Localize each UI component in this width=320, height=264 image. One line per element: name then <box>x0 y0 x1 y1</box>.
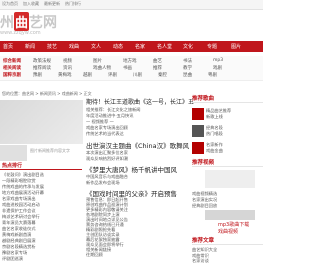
subnav-link[interactable]: 昆曲 <box>183 72 192 78</box>
subnav-link[interactable]: 视频 <box>63 58 72 64</box>
subnav-link[interactable]: 秦腔 <box>158 72 167 78</box>
article-line: 往期回顾 <box>86 252 103 257</box>
top-link-home[interactable]: 设为首页 <box>2 1 18 7</box>
recommend-articles-title: 推荐文章 <box>192 238 215 244</box>
logo-text-c: 艺网 <box>29 15 58 31</box>
subnav-link[interactable]: 评剧 <box>108 72 117 78</box>
article-item[interactable]: 名家访谈 <box>192 258 209 264</box>
top-bar: 设为首页 加入收藏 最新更新 热门排行 <box>0 0 263 10</box>
subnav-link[interactable]: 书画 <box>123 65 132 71</box>
section-divider <box>192 102 263 103</box>
hot-ranking-title: 热点排行 <box>2 163 23 169</box>
thumbnail-image[interactable] <box>0 145 27 161</box>
subnav-link[interactable]: 书法 <box>183 58 192 64</box>
video-banner[interactable] <box>205 210 255 220</box>
video-item[interactable]: 经典剧目回放 <box>192 203 217 209</box>
article-meta: 观众反响热烈好评如潮 <box>86 156 128 161</box>
subnav-link[interactable]: 粤剧 <box>208 72 217 78</box>
recommend-songs-title: 推荐歌曲 <box>192 96 215 102</box>
top-link-latest[interactable]: 最新更新 <box>44 1 60 7</box>
subnav-link[interactable]: 国粹京剧 <box>3 72 21 78</box>
main-nav: 首页 新闻 技艺 戏曲 文人 动态 名家 名人堂 文化 专题 图片 <box>0 41 263 52</box>
subnav-link[interactable]: 教学 <box>183 65 192 71</box>
subnav-link[interactable]: 政策法规 <box>33 58 51 64</box>
logo-domain: www.zzqyw.com <box>0 30 41 36</box>
subnav-link[interactable]: 资讯 <box>63 65 72 71</box>
subnav-link[interactable]: 曲艺 <box>153 58 162 64</box>
subnav-link[interactable]: 越剧 <box>83 72 92 78</box>
ranking-item[interactable]: 评剧团巡演 <box>2 256 23 262</box>
nav-item[interactable]: 名人堂 <box>157 43 172 50</box>
song-item[interactable]: 戏曲金曲 <box>206 148 223 154</box>
image-caption: 图片新闻推荐内容文字 <box>30 148 70 153</box>
article-meta: 传统艺术的当代表达 <box>86 131 124 136</box>
song-item[interactable]: 新歌上线 <box>206 114 223 120</box>
logo-text-b: 曲 <box>14 12 30 31</box>
section-divider <box>192 166 263 167</box>
subnav-link[interactable]: 戏剧 <box>213 65 222 71</box>
article-meta: 新作品发布会现场 <box>86 180 120 185</box>
mp3-download-link[interactable]: mp3歌曲下载 <box>218 221 249 228</box>
breadcrumb: 您的位置：曲艺网 > 新闻资讯 > 戏曲新闻 > 正文 <box>2 91 92 96</box>
subnav-link[interactable]: 推荐阅读 <box>33 65 51 71</box>
music-icon <box>192 108 204 120</box>
subnav-link[interactable]: 地方戏 <box>123 58 137 64</box>
subnav-link[interactable]: 戏曲人物 <box>93 65 111 71</box>
logo-text-a: 州 <box>0 15 14 31</box>
subnav-link[interactable]: 黄梅戏 <box>58 72 72 78</box>
subnav-link[interactable]: 图片 <box>93 58 102 64</box>
subnav-link[interactable]: 综合新闻 <box>3 58 21 64</box>
article-headline[interactable]: 《梦里大唐风》杨千帆讲中国风 <box>86 164 177 174</box>
top-link-favorite[interactable]: 加入收藏 <box>23 1 39 7</box>
video-thumbnail[interactable] <box>205 170 255 188</box>
recommend-videos-title: 推荐视频 <box>192 160 215 166</box>
nav-item[interactable]: 戏曲 <box>69 43 79 50</box>
music-icon <box>192 142 204 154</box>
nav-item[interactable]: 文人 <box>91 43 101 50</box>
song-item[interactable]: 热门唱段 <box>206 131 223 137</box>
nav-item[interactable]: 文化 <box>183 43 193 50</box>
subnav-link[interactable]: 豫剧 <box>33 72 42 78</box>
nav-item[interactable]: 图片 <box>231 43 241 50</box>
featured-image[interactable] <box>0 100 83 144</box>
opera-video-link[interactable]: 戏曲视频 <box>218 228 238 235</box>
top-link-hot[interactable]: 热门排行 <box>65 1 81 7</box>
nav-item[interactable]: 技艺 <box>47 43 57 50</box>
subnav-link[interactable]: 川剧 <box>133 72 142 78</box>
nav-item[interactable]: 专题 <box>207 43 217 50</box>
nav-item[interactable]: 名家 <box>135 43 145 50</box>
subnav-link[interactable]: mp3 <box>213 58 223 63</box>
site-logo[interactable]: 州曲艺网 www.zzqyw.com <box>0 12 60 36</box>
nav-item[interactable]: 首页 <box>3 43 13 50</box>
nav-item[interactable]: 动态 <box>113 43 123 50</box>
sub-nav: 综合新闻 政策法规 视频 图片 地方戏 曲艺 书法 mp3 相关阅读 推荐阅读 … <box>0 56 263 81</box>
article-headline[interactable]: 期待！长江王道歌曲《这一号，长江》五 <box>86 97 194 106</box>
music-icon <box>192 125 204 137</box>
subnav-link[interactable]: 相关阅读 <box>3 65 21 71</box>
nav-item[interactable]: 新闻 <box>25 43 35 50</box>
section-divider <box>192 244 263 245</box>
subnav-link[interactable]: 推荐 <box>153 65 162 71</box>
section-divider <box>0 169 82 170</box>
article-headline[interactable]: 出世演汉主题曲《China汉》歌舞风 <box>86 140 189 150</box>
